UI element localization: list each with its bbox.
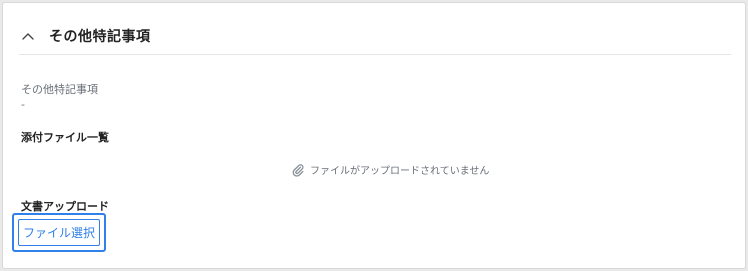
document-upload-heading: 文書アップロード — [21, 200, 109, 213]
attachment-list-heading: 添付ファイル一覧 — [21, 131, 109, 144]
file-select-button[interactable]: ファイル選択 — [18, 219, 100, 246]
chevron-up-icon[interactable] — [21, 29, 35, 43]
attachments-empty-state: ファイルがアップロードされていません — [291, 162, 489, 177]
other-notes-card: その他特記事項 その他特記事項 - 添付ファイル一覧 ファイルがアップロードされ… — [2, 2, 746, 269]
attachments-empty-text: ファイルがアップロードされていません — [310, 166, 490, 177]
other-notes-value: - — [21, 98, 25, 111]
other-notes-label: その他特記事項 — [21, 83, 98, 96]
section-header-toggle[interactable]: その他特記事項 — [19, 17, 731, 55]
paperclip-icon — [291, 163, 305, 177]
section-title: その他特記事項 — [49, 28, 151, 45]
